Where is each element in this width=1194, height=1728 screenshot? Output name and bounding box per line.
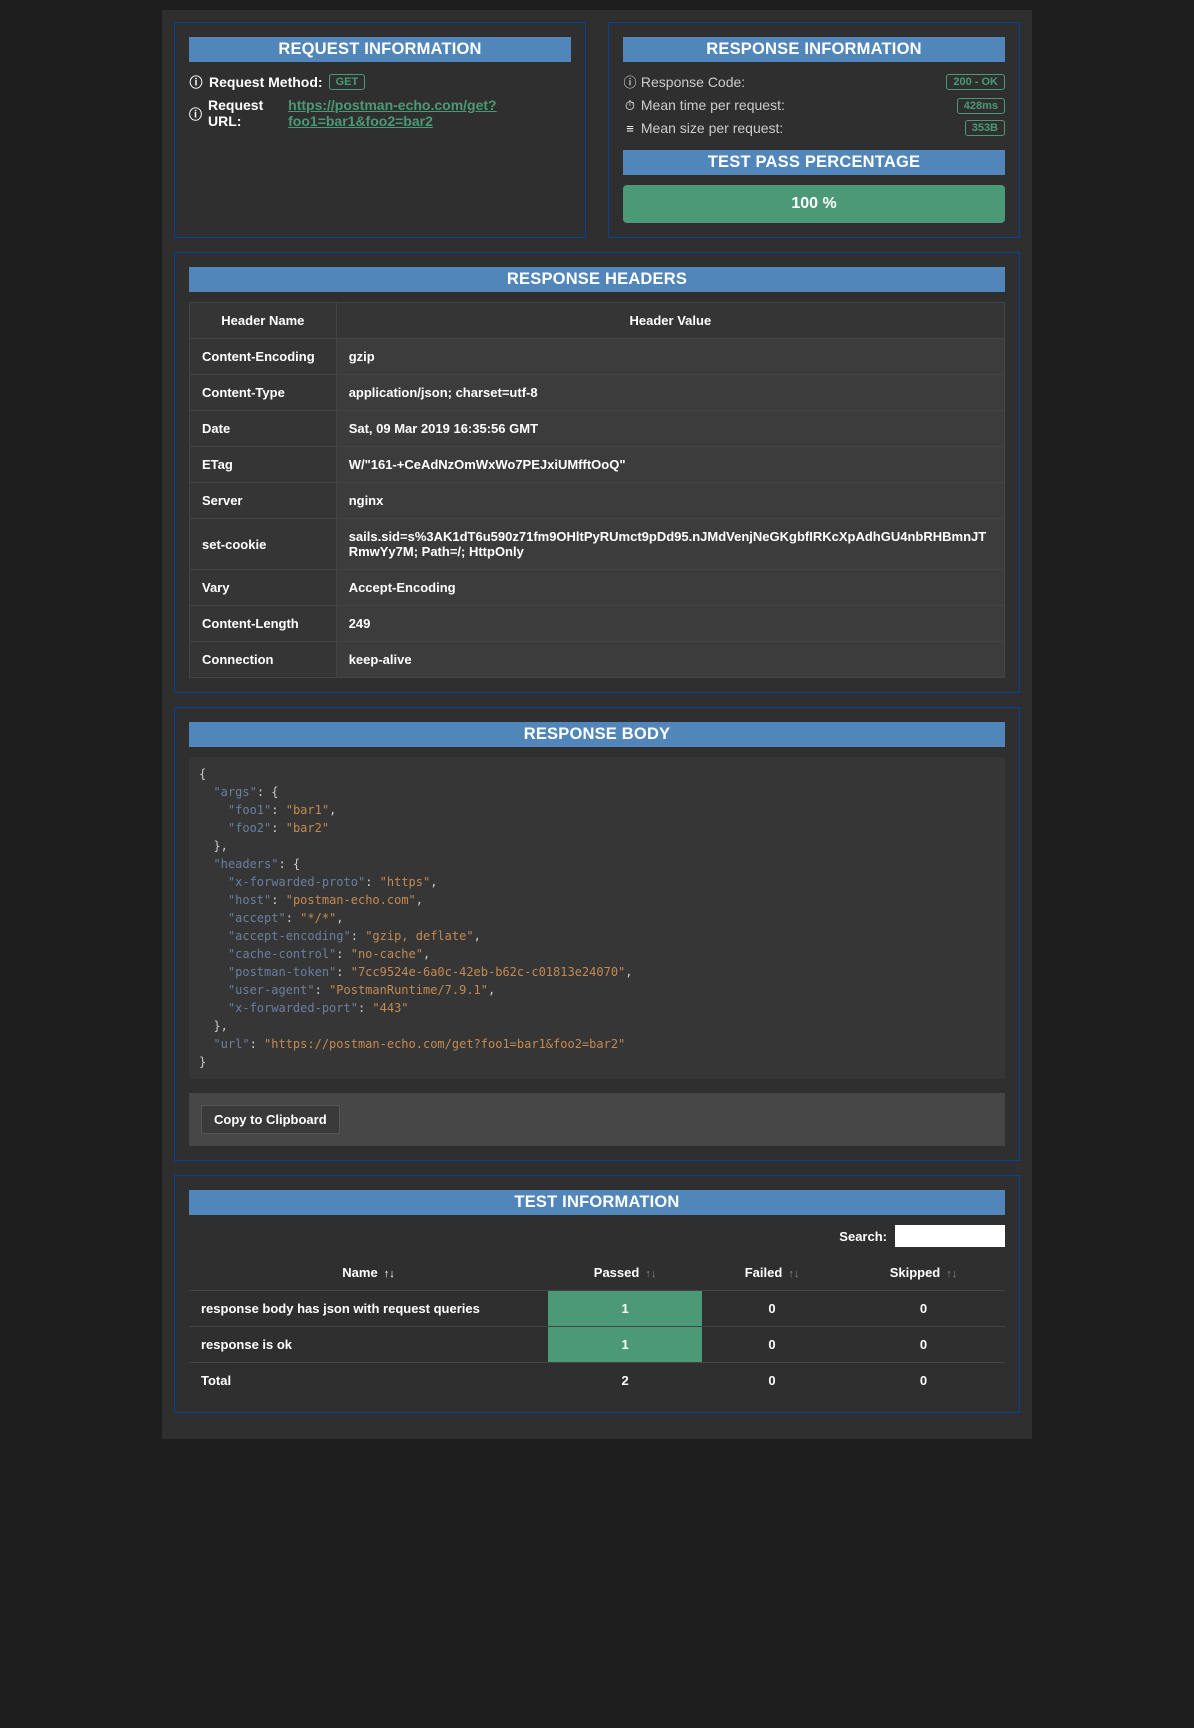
response-body-panel: RESPONSE BODY { "args": { "foo1": "bar1"… (174, 707, 1020, 1161)
header-name-cell: Content-Type (190, 375, 337, 411)
table-row: ETagW/"161-+CeAdNzOmWxWo7PEJxiUMfftOoQ" (190, 447, 1005, 483)
header-name-cell: set-cookie (190, 519, 337, 570)
test-name-cell: response body has json with request quer… (189, 1291, 548, 1327)
col-header-name: Header Name (190, 303, 337, 339)
table-row: response is ok100 (189, 1327, 1005, 1363)
col-header-value: Header Value (336, 303, 1004, 339)
response-headers-title: RESPONSE HEADERS (189, 267, 1005, 292)
passed-cell: 1 (548, 1291, 702, 1327)
method-badge: GET (329, 74, 366, 90)
failed-cell: 0 (702, 1327, 842, 1363)
header-name-cell: Vary (190, 570, 337, 606)
header-value-cell: 249 (336, 606, 1004, 642)
info-icon: ⓘ (189, 104, 202, 123)
header-name-cell: Connection (190, 642, 337, 678)
header-name-cell: Date (190, 411, 337, 447)
total-passed: 2 (548, 1363, 702, 1399)
database-icon: ≡ (623, 121, 637, 136)
col-failed[interactable]: Failed↑↓ (702, 1255, 842, 1291)
method-line: ⓘ Request Method: GET (189, 72, 571, 91)
total-skipped: 0 (842, 1363, 1005, 1399)
search-input[interactable] (895, 1225, 1005, 1247)
response-body-code[interactable]: { "args": { "foo1": "bar1", "foo2": "bar… (189, 757, 1005, 1079)
col-name[interactable]: Name↑↓ (189, 1255, 548, 1291)
info-icon: ⓘ (189, 72, 203, 91)
table-row: Content-Typeapplication/json; charset=ut… (190, 375, 1005, 411)
header-value-cell: Accept-Encoding (336, 570, 1004, 606)
total-failed: 0 (702, 1363, 842, 1399)
header-value-cell: Sat, 09 Mar 2019 16:35:56 GMT (336, 411, 1004, 447)
table-row: set-cookiesails.sid=s%3AK1dT6u590z71fm9O… (190, 519, 1005, 570)
table-row: Connectionkeep-alive (190, 642, 1005, 678)
sort-icon: ↑↓ (384, 1268, 395, 1280)
header-value-cell: W/"161-+CeAdNzOmWxWo7PEJxiUMfftOoQ" (336, 447, 1004, 483)
response-headers-panel: RESPONSE HEADERS Header Name Header Valu… (174, 252, 1020, 693)
header-name-cell: Server (190, 483, 337, 519)
response-code-badge: 200 - OK (946, 74, 1005, 90)
test-info-panel: TEST INFORMATION Search: Name↑↓ Passed↑↓… (174, 1175, 1020, 1413)
url-line: ⓘ Request URL: https://postman-echo.com/… (189, 97, 571, 129)
test-info-title: TEST INFORMATION (189, 1190, 1005, 1215)
table-row: VaryAccept-Encoding (190, 570, 1005, 606)
skipped-cell: 0 (842, 1327, 1005, 1363)
sort-icon: ↑↓ (946, 1268, 957, 1280)
table-row: Servernginx (190, 483, 1005, 519)
table-row: response body has json with request quer… (189, 1291, 1005, 1327)
clipboard-bar: Copy to Clipboard (189, 1093, 1005, 1146)
request-info-title: REQUEST INFORMATION (189, 37, 571, 62)
sort-icon: ↑↓ (788, 1268, 799, 1280)
copy-to-clipboard-button[interactable]: Copy to Clipboard (201, 1105, 340, 1134)
info-icon: ⓘ (623, 72, 637, 91)
header-value-cell: sails.sid=s%3AK1dT6u590z71fm9OHltPyRUmct… (336, 519, 1004, 570)
response-size-badge: 353B (965, 120, 1005, 136)
table-row: Content-Length249 (190, 606, 1005, 642)
col-passed[interactable]: Passed↑↓ (548, 1255, 702, 1291)
search-label: Search: (839, 1229, 887, 1244)
headers-table: Header Name Header Value Content-Encodin… (189, 302, 1005, 678)
header-value-cell: gzip (336, 339, 1004, 375)
skipped-cell: 0 (842, 1291, 1005, 1327)
header-name-cell: ETag (190, 447, 337, 483)
response-info-panel: RESPONSE INFORMATION ⓘ Response Code: 20… (608, 22, 1020, 238)
total-row: Total200 (189, 1363, 1005, 1399)
header-value-cell: keep-alive (336, 642, 1004, 678)
response-time-badge: 428ms (957, 98, 1005, 114)
passed-cell: 1 (548, 1327, 702, 1363)
tests-table: Name↑↓ Passed↑↓ Failed↑↓ Skipped↑↓ respo… (189, 1255, 1005, 1398)
test-name-cell: response is ok (189, 1327, 548, 1363)
response-info-title: RESPONSE INFORMATION (623, 37, 1005, 62)
table-row: DateSat, 09 Mar 2019 16:35:56 GMT (190, 411, 1005, 447)
header-name-cell: Content-Length (190, 606, 337, 642)
col-skipped[interactable]: Skipped↑↓ (842, 1255, 1005, 1291)
request-url-link[interactable]: https://postman-echo.com/get?foo1=bar1&f… (288, 97, 571, 129)
request-info-panel: REQUEST INFORMATION ⓘ Request Method: GE… (174, 22, 586, 238)
table-row: Content-Encodinggzip (190, 339, 1005, 375)
pass-percentage-bar: 100 % (623, 185, 1005, 223)
clock-icon: ⏱ (623, 98, 637, 114)
total-label: Total (189, 1363, 548, 1399)
response-body-title: RESPONSE BODY (189, 722, 1005, 747)
failed-cell: 0 (702, 1291, 842, 1327)
header-name-cell: Content-Encoding (190, 339, 337, 375)
sort-icon: ↑↓ (645, 1268, 656, 1280)
header-value-cell: application/json; charset=utf-8 (336, 375, 1004, 411)
header-value-cell: nginx (336, 483, 1004, 519)
pass-percentage-title: TEST PASS PERCENTAGE (623, 150, 1005, 175)
